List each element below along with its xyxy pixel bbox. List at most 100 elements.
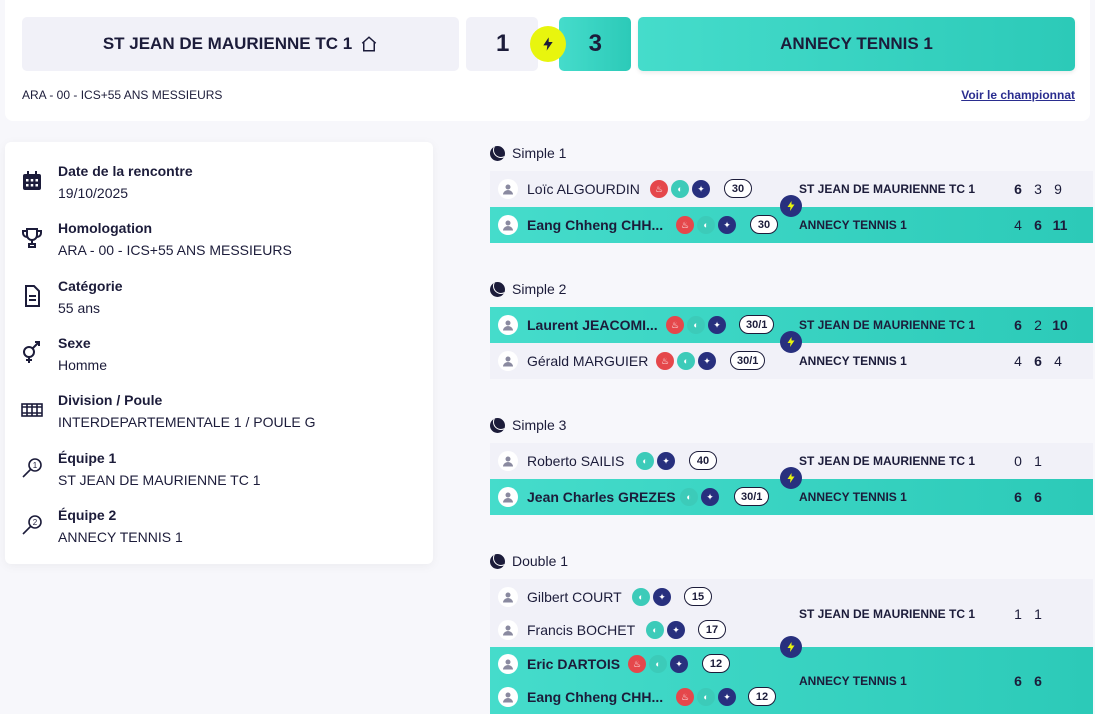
info-date: Date de la rencontre 19/10/2025 [5,163,433,213]
set-score: 1 [1014,606,1022,622]
info-division: Division / Poule INTERDEPARTEMENTALE 1 /… [5,392,433,442]
set-score: 6 [1014,317,1022,333]
championship-link[interactable]: Voir le championnat [961,88,1075,102]
ranking-badge: 12 [748,687,776,706]
info-value: ARA - 00 - ICS+55 ANS MESSIEURS [58,242,292,258]
eu-badge-icon: ✦ [718,216,736,234]
calendar-icon [23,171,41,190]
player-name[interactable]: Eang Chheng CHH... [527,217,663,233]
ranking-badge: 17 [698,620,726,639]
set-score: 6 [1034,673,1042,689]
ranking-badge: 30 [724,179,752,198]
match-title-text: Simple 2 [512,281,567,297]
player-name[interactable]: Loïc ALGOURDIN [527,181,640,197]
ball-badge-icon: ◐ [697,688,715,706]
ball-badge-icon: ◐ [649,655,667,673]
match-title-text: Double 1 [512,553,569,569]
fire-badge-icon: ♨ [676,216,694,234]
fire-badge-icon: ♨ [628,655,646,673]
eu-badge-icon: ✦ [698,352,716,370]
player-badges: ♨ ◐ ✦ [628,655,688,673]
fire-badge-icon: ♨ [656,352,674,370]
eu-badge-icon: ✦ [708,316,726,334]
team1-banner[interactable]: ST JEAN DE MAURIENNE TC 1 [22,17,459,71]
info-label: Équipe 1 [58,450,117,466]
eu-badge-icon: ✦ [670,655,688,673]
player-name[interactable]: Eang Chheng CHH... [527,689,663,705]
tennis-ball-icon [490,417,505,433]
set-score: 6 [1014,489,1022,505]
info-value: ST JEAN DE MAURIENNE TC 1 [58,472,261,488]
ball-badge-icon: ◐ [632,588,650,606]
info-label: Date de la rencontre [58,163,193,179]
player-badges: ♨ ◐ ✦ [666,316,726,334]
player-badges: ♨ ◐ ✦ [676,688,736,706]
avatar-icon [498,351,518,371]
lightning-icon [780,331,802,353]
info-label: Division / Poule [58,392,163,408]
info-value: 19/10/2025 [58,185,129,201]
lightning-icon [530,26,566,62]
set-score: 0 [1014,453,1022,469]
ball-badge-icon: ◐ [646,621,664,639]
info-label: Catégorie [58,278,123,294]
player-name[interactable]: Francis BOCHET [527,622,635,638]
team2-name: ANNECY TENNIS 1 [780,34,933,53]
set-score: 3 [1034,181,1042,197]
player-name[interactable]: Gérald MARGUIER [527,353,648,369]
info-value: 55 ans [58,300,101,316]
ball-badge-icon: ◐ [636,452,654,470]
avatar-icon [498,179,518,199]
ball-badge-icon: ◐ [680,488,698,506]
tennis-ball-icon [490,281,505,297]
ranking-badge: 40 [689,451,717,470]
player-name[interactable]: Gilbert COURT [527,589,622,605]
player-name[interactable]: Eric DARTOIS [527,656,620,672]
avatar-icon [498,487,518,507]
player-badges: ♨ ◐ ✦ [650,180,710,198]
ball-badge-icon: ◐ [687,316,705,334]
ranking-badge: 30/1 [739,315,775,334]
info-homologation: Homologation ARA - 00 - ICS+55 ANS MESSI… [5,220,433,270]
player-name[interactable]: Roberto SAILIS [527,453,624,469]
eu-badge-icon: ✦ [653,588,671,606]
set-score: 1 [1034,453,1042,469]
info-value: ANNECY TENNIS 1 [58,529,183,545]
document-icon [25,285,40,307]
player-badges: ♨ ◐ ✦ [676,216,736,234]
set-score: 11 [1052,217,1068,233]
match-header: ST JEAN DE MAURIENNE TC 1 1 3 ANNECY TEN… [5,0,1090,121]
avatar-icon [498,587,518,607]
set-score: 10 [1052,317,1068,333]
set-score: 9 [1054,181,1062,197]
match-title: Double 1 [490,553,568,569]
ball-badge-icon: ◐ [697,216,715,234]
player-badges: ♨ ◐ ✦ [656,352,716,370]
player-badges: ◐ ✦ [646,621,685,639]
fire-badge-icon: ♨ [676,688,694,706]
set-score: 6 [1034,489,1042,505]
avatar-icon [498,315,518,335]
team1-score: 1 [466,17,538,71]
set-score: 4 [1014,353,1022,369]
info-label: Équipe 2 [58,507,117,523]
ball-badge-icon: ◐ [677,352,695,370]
team-label: ANNECY TENNIS 1 [799,490,907,504]
lightning-icon [780,636,802,658]
gender-icon [23,341,40,363]
match-info-card: Date de la rencontre 19/10/2025 Homologa… [5,142,433,564]
eu-badge-icon: ✦ [667,621,685,639]
team2-banner[interactable]: ANNECY TENNIS 1 [638,17,1075,71]
team1-name: ST JEAN DE MAURIENNE TC 1 [102,34,353,53]
team-label: ST JEAN DE MAURIENNE TC 1 [799,318,976,332]
team2-score: 3 [559,17,631,71]
lightning-icon [780,195,802,217]
avatar-icon [498,687,518,707]
match-title-text: Simple 3 [512,417,567,433]
player-name[interactable]: Jean Charles GREZES [527,489,676,505]
ranking-badge: 30/1 [734,487,770,506]
eu-badge-icon: ✦ [701,488,719,506]
player-name[interactable]: Laurent JEACOMI... [527,317,658,333]
set-score: 2 [1034,317,1042,333]
info-team2: 2 Équipe 2 ANNECY TENNIS 1 [5,507,433,557]
